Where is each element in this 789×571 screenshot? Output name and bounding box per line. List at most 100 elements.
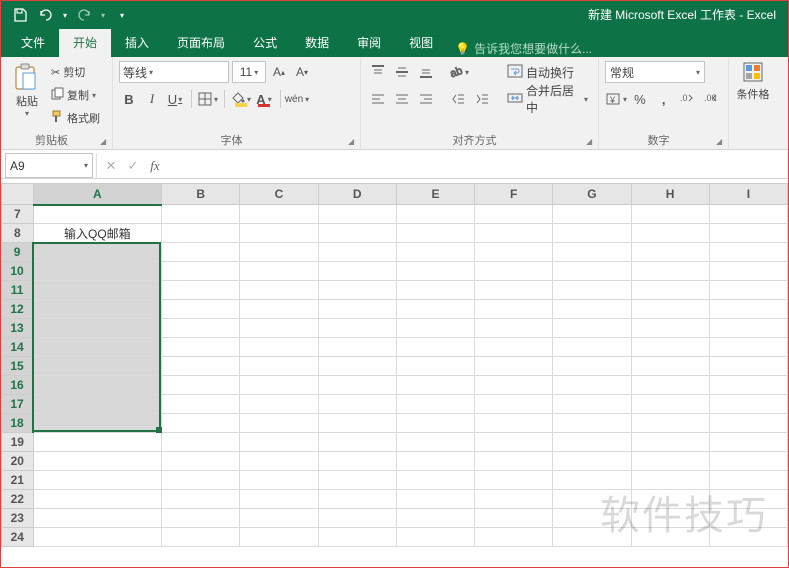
cell-A15[interactable] — [33, 357, 162, 376]
cell-B16[interactable] — [162, 376, 240, 395]
cell-A8[interactable]: 输入QQ邮箱 — [33, 224, 162, 243]
cell-D10[interactable] — [318, 262, 396, 281]
cell-I16[interactable] — [709, 376, 787, 395]
row-header-17[interactable]: 17 — [2, 395, 34, 414]
cell-H23[interactable] — [631, 509, 709, 528]
cell-B13[interactable] — [162, 319, 240, 338]
cell-I12[interactable] — [709, 300, 787, 319]
cell-I11[interactable] — [709, 281, 787, 300]
cell-C10[interactable] — [240, 262, 318, 281]
cell-B24[interactable] — [162, 528, 240, 547]
cut-button[interactable]: ✂ 剪切 — [51, 61, 100, 83]
formula-input[interactable] — [166, 153, 788, 178]
cell-F17[interactable] — [475, 395, 553, 414]
cell-F21[interactable] — [475, 471, 553, 490]
cell-H18[interactable] — [631, 414, 709, 433]
cell-E9[interactable] — [396, 243, 474, 262]
align-bottom-button[interactable] — [415, 61, 437, 83]
cell-E18[interactable] — [396, 414, 474, 433]
cell-I14[interactable] — [709, 338, 787, 357]
tell-me-search[interactable]: 💡 告诉我您想要做什么... — [447, 40, 592, 57]
cell-G12[interactable] — [553, 300, 631, 319]
italic-button[interactable]: I — [142, 88, 162, 110]
cell-A22[interactable] — [33, 490, 162, 509]
clipboard-launcher[interactable]: ◢ — [100, 137, 110, 147]
cell-C14[interactable] — [240, 338, 318, 357]
cell-D22[interactable] — [318, 490, 396, 509]
cell-F22[interactable] — [475, 490, 553, 509]
row-header-14[interactable]: 14 — [2, 338, 34, 357]
row-header-8[interactable]: 8 — [2, 224, 34, 243]
cell-I13[interactable] — [709, 319, 787, 338]
format-painter-button[interactable]: 格式刷 — [51, 107, 100, 129]
phonetic-button[interactable]: wén▾ — [287, 88, 307, 110]
cell-B18[interactable] — [162, 414, 240, 433]
cell-F15[interactable] — [475, 357, 553, 376]
underline-button[interactable]: U▾ — [165, 88, 185, 110]
cell-G7[interactable] — [553, 205, 631, 224]
cell-H10[interactable] — [631, 262, 709, 281]
border-button[interactable]: ▾ — [198, 88, 218, 110]
cell-H8[interactable] — [631, 224, 709, 243]
cell-G15[interactable] — [553, 357, 631, 376]
cell-B12[interactable] — [162, 300, 240, 319]
wrap-text-button[interactable]: 自动换行 — [503, 61, 592, 83]
align-center-button[interactable] — [391, 88, 413, 110]
orientation-button[interactable]: ab▾ — [447, 61, 469, 83]
column-header-C[interactable]: C — [240, 184, 318, 205]
cell-F20[interactable] — [475, 452, 553, 471]
cell-A20[interactable] — [33, 452, 162, 471]
cell-C17[interactable] — [240, 395, 318, 414]
cell-A18[interactable] — [33, 414, 162, 433]
cell-G24[interactable] — [553, 528, 631, 547]
cell-I9[interactable] — [709, 243, 787, 262]
accounting-format-button[interactable]: ¥▾ — [605, 88, 627, 110]
cell-D17[interactable] — [318, 395, 396, 414]
tab-insert[interactable]: 插入 — [111, 29, 163, 57]
cell-H15[interactable] — [631, 357, 709, 376]
cell-D9[interactable] — [318, 243, 396, 262]
number-format-combo[interactable]: 常规 ▾ — [605, 61, 705, 83]
cell-F7[interactable] — [475, 205, 553, 224]
cell-G20[interactable] — [553, 452, 631, 471]
cell-I17[interactable] — [709, 395, 787, 414]
cell-F10[interactable] — [475, 262, 553, 281]
cell-H20[interactable] — [631, 452, 709, 471]
cell-G16[interactable] — [553, 376, 631, 395]
align-middle-button[interactable] — [391, 61, 413, 83]
conditional-formatting-button[interactable]: 条件格 — [735, 61, 771, 102]
cell-H11[interactable] — [631, 281, 709, 300]
cell-A12[interactable] — [33, 300, 162, 319]
increase-decimal-button[interactable]: .0 — [677, 88, 699, 110]
cell-D24[interactable] — [318, 528, 396, 547]
cell-C9[interactable] — [240, 243, 318, 262]
cell-B22[interactable] — [162, 490, 240, 509]
redo-button[interactable] — [73, 4, 95, 26]
cell-E8[interactable] — [396, 224, 474, 243]
column-header-G[interactable]: G — [553, 184, 631, 205]
save-button[interactable] — [9, 4, 31, 26]
tab-home[interactable]: 开始 — [59, 29, 111, 57]
decrease-decimal-button[interactable]: .00 — [700, 88, 722, 110]
row-header-18[interactable]: 18 — [2, 414, 34, 433]
number-launcher[interactable]: ◢ — [716, 137, 726, 147]
undo-dropdown[interactable]: ▾ — [61, 4, 69, 26]
cell-C12[interactable] — [240, 300, 318, 319]
cell-F14[interactable] — [475, 338, 553, 357]
cell-G22[interactable] — [553, 490, 631, 509]
cell-I22[interactable] — [709, 490, 787, 509]
cell-C24[interactable] — [240, 528, 318, 547]
align-left-button[interactable] — [367, 88, 389, 110]
name-box[interactable]: A9 ▾ — [5, 153, 93, 178]
cell-E22[interactable] — [396, 490, 474, 509]
cell-H12[interactable] — [631, 300, 709, 319]
cell-G19[interactable] — [553, 433, 631, 452]
row-header-12[interactable]: 12 — [2, 300, 34, 319]
cell-E7[interactable] — [396, 205, 474, 224]
cell-I24[interactable] — [709, 528, 787, 547]
increase-indent-button[interactable] — [471, 88, 493, 110]
cell-D16[interactable] — [318, 376, 396, 395]
row-header-16[interactable]: 16 — [2, 376, 34, 395]
cell-B20[interactable] — [162, 452, 240, 471]
cell-B23[interactable] — [162, 509, 240, 528]
